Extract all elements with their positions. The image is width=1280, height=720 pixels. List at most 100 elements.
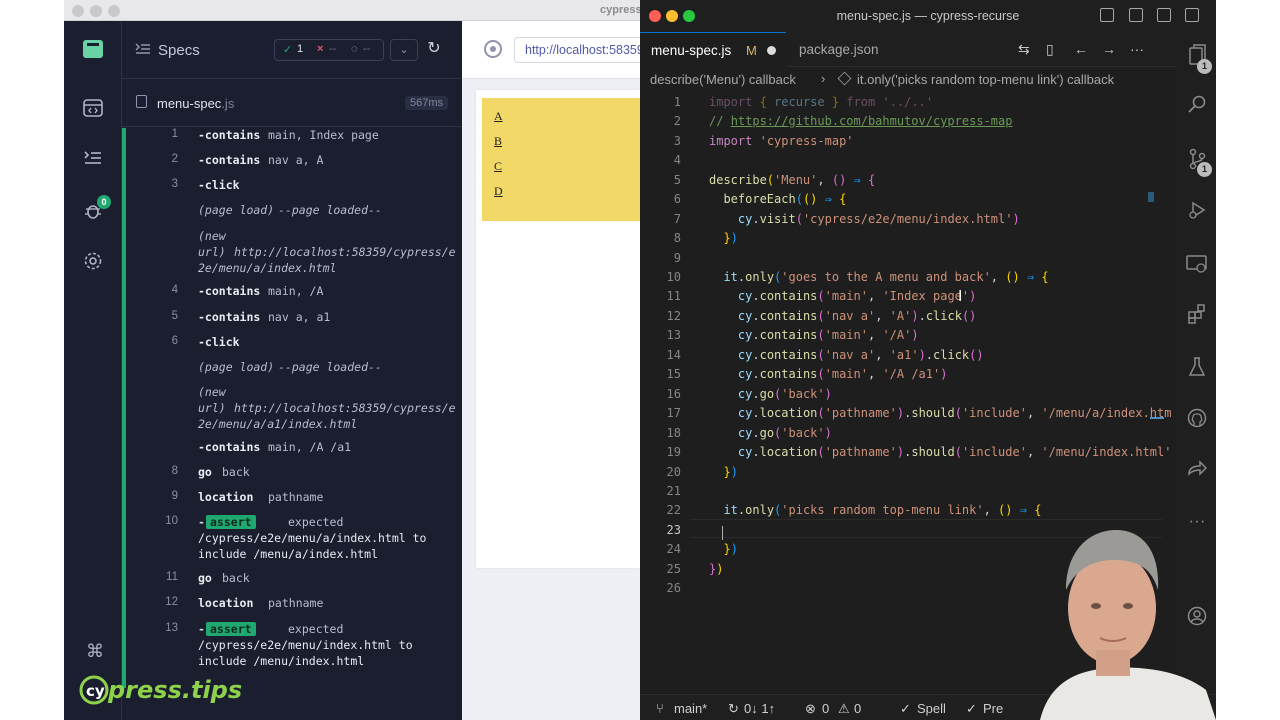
specs-list-icon[interactable] [81, 149, 105, 173]
git-sync-status[interactable]: 0↓ 1↑ [744, 701, 775, 716]
live-share-icon[interactable] [1186, 460, 1208, 482]
text-cursor-icon: I [958, 288, 963, 305]
zoom-window-button[interactable] [108, 5, 120, 17]
command-number: 10 [165, 515, 178, 527]
git-branch[interactable]: main* [674, 701, 707, 716]
code-line: cy.contains('nav a', 'A').click() [737, 309, 977, 323]
branch-icon: ⑂ [656, 701, 664, 716]
browser-window-icon[interactable] [81, 99, 105, 123]
go-forward-icon[interactable]: → [1102, 41, 1116, 57]
run-debug-icon[interactable] [1186, 200, 1208, 222]
code-line: }) [709, 562, 724, 576]
aut-iframe: A B C D [476, 90, 640, 568]
aut-link-b[interactable]: B [494, 134, 502, 149]
line-number: 12 [666, 309, 681, 323]
minimize-window-button[interactable] [90, 5, 102, 17]
command-message: include /menu/a/index.html [198, 547, 379, 561]
rerun-icon[interactable]: ↻ [420, 39, 448, 61]
command-message: main, /A /a1 [268, 440, 352, 454]
command-message: pathname [268, 490, 324, 504]
command-name: -contains [198, 128, 261, 142]
breadcrumb-item-describe[interactable]: describe('Menu') callback [650, 72, 796, 87]
command-event: (page load) [198, 360, 275, 374]
line-number: 15 [666, 367, 681, 381]
aut-link-d[interactable]: D [494, 184, 503, 199]
spec-duration: 567ms [405, 96, 449, 110]
line-number: 4 [673, 153, 681, 167]
specs-menu-icon[interactable] [135, 42, 151, 59]
cypress-titlebar: cypress [64, 0, 640, 21]
toggle-sidebar-icon[interactable] [1100, 8, 1114, 22]
command-message: main, Index page [268, 128, 379, 142]
tab-modified-indicator: M [746, 43, 757, 58]
text-caret [722, 526, 723, 540]
presenter-webcam [1030, 520, 1216, 720]
code-line: cy.go('back') [737, 387, 832, 401]
code-line: beforeEach(() ⇒ { [723, 192, 847, 206]
github-icon[interactable] [1186, 408, 1208, 430]
code-line: it.only('picks random top-menu link', ()… [723, 503, 1042, 517]
command-name: -contains [198, 153, 261, 167]
overview-ruler-mark [1150, 417, 1164, 419]
unsaved-dot-icon[interactable] [767, 46, 776, 55]
code-line: cy.go('back') [737, 426, 832, 440]
line-number: 10 [666, 270, 681, 284]
cypress-window-title: cypress [600, 4, 640, 16]
prettier-status[interactable]: Pre [983, 701, 1003, 716]
command-key-icon[interactable]: ⌘ [86, 641, 104, 662]
toggle-secondary-sidebar-icon[interactable] [1157, 8, 1171, 22]
aut-url-field[interactable]: http://localhost:58359 [514, 37, 654, 63]
pending-count: -- [363, 43, 371, 55]
warning-icon: ⚠ [838, 701, 850, 716]
tab-menu-spec[interactable]: menu-spec.js M [640, 32, 786, 67]
aut-link-a[interactable]: A [494, 109, 503, 124]
breadcrumb-item-it[interactable]: it.only('picks random top-menu link') ca… [857, 72, 1114, 87]
split-editor-icon[interactable]: ▯ [1046, 41, 1054, 58]
project-logo-icon[interactable] [83, 40, 103, 58]
code-line: import { recurse } from '../..' [709, 95, 934, 109]
go-back-icon[interactable]: ← [1074, 41, 1088, 57]
command-number: 2 [171, 153, 178, 165]
aut-link-c[interactable]: C [494, 159, 502, 174]
line-number: 20 [666, 465, 681, 479]
selector-playground-icon[interactable] [484, 40, 502, 58]
close-window-button[interactable] [72, 5, 84, 17]
spec-file-row[interactable]: menu-spec.js 567ms [122, 79, 462, 127]
settings-gear-icon[interactable] [81, 251, 105, 275]
command-event: url) [198, 245, 226, 259]
chevron-down-icon[interactable]: ⌄ [390, 39, 418, 61]
customize-layout-icon[interactable] [1185, 8, 1199, 22]
command-message: 2e/menu/a/a1/index.html [198, 417, 358, 431]
line-number: 19 [666, 445, 681, 459]
testing-flask-icon[interactable] [1186, 356, 1208, 378]
command-log[interactable]: 1 -contains main, Index page 2 -contains… [122, 128, 462, 688]
command-message: expected [288, 515, 344, 529]
warning-count[interactable]: 0 [854, 701, 861, 716]
line-number: 2 [673, 114, 681, 128]
extensions-icon[interactable] [1186, 304, 1208, 326]
command-message: pathname [268, 596, 324, 610]
breadcrumb: describe('Menu') callback › it.only('pic… [640, 67, 1176, 91]
cypress-side-nav [64, 21, 122, 720]
more-actions-icon[interactable]: ··· [1130, 41, 1144, 57]
open-changes-icon[interactable]: ⇆ [1018, 41, 1030, 58]
search-icon[interactable] [1186, 94, 1208, 116]
passed-count: 1 [297, 43, 304, 55]
command-event: (new [198, 385, 226, 399]
code-line: import 'cypress-map' [709, 134, 854, 148]
code-line: }) [723, 542, 738, 556]
error-count[interactable]: 0 [822, 701, 829, 716]
command-name: -click [198, 335, 240, 349]
specs-label[interactable]: Specs [158, 42, 200, 59]
tab-package-json[interactable]: package.json [799, 42, 879, 57]
command-name: go [198, 571, 212, 585]
command-name: location [198, 490, 254, 504]
toggle-panel-icon[interactable] [1129, 8, 1143, 22]
command-message: --page loaded-- [278, 203, 382, 217]
command-message: back [222, 571, 250, 585]
spell-check-status[interactable]: Spell [917, 701, 946, 716]
remote-explorer-icon[interactable] [1186, 254, 1208, 276]
command-number: 9 [171, 490, 178, 502]
command-number: 4 [171, 284, 178, 296]
svg-text:press.tips: press.tips [107, 676, 242, 704]
